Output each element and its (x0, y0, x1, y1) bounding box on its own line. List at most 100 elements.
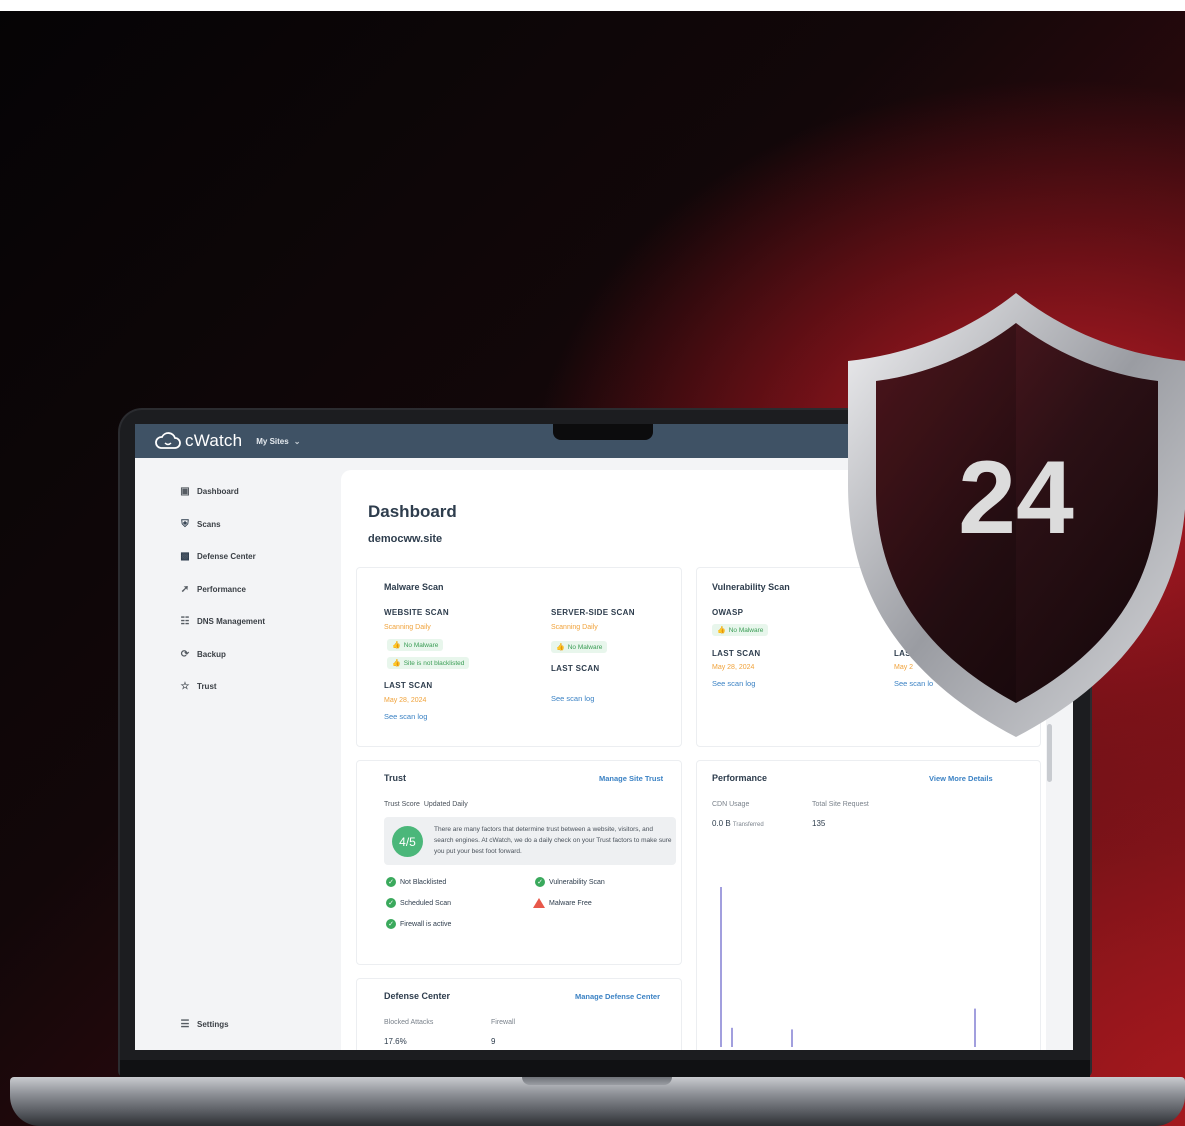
thumbs-up-icon: 👍 (392, 660, 401, 667)
server-no-malware-badge: 👍 No Malware (551, 641, 608, 653)
app-logo[interactable]: cWatch (155, 431, 242, 451)
settings-sliders-icon: ☰ (180, 1018, 190, 1030)
sidebar-item-label: Scans (197, 519, 221, 529)
sidebar-item-label: Settings (197, 1019, 229, 1029)
thumbs-up-icon: 👍 (392, 642, 401, 649)
page-title: Dashboard (368, 502, 457, 521)
performance-card: Performance View More Details CDN Usage … (696, 760, 1041, 1050)
check-malware-free: Malware Free (533, 898, 592, 908)
trust-updated-text: Updated Daily (423, 801, 468, 808)
thumbs-up-icon: 👍 (556, 644, 565, 651)
sidebar-item-label: Dashboard (197, 486, 239, 496)
check-circle-icon: ✓ (535, 877, 545, 887)
sidebar-item-settings[interactable]: ☰ Settings (179, 1018, 229, 1030)
sidebar-item-performance[interactable]: ➚ Performance (179, 583, 246, 595)
check-vulnerability-scan: ✓ Vulnerability Scan (535, 877, 605, 887)
top-strip (0, 0, 1185, 11)
check-circle-icon: ✓ (386, 877, 396, 887)
website-scan-frequency: Scanning Daily (384, 624, 431, 631)
sidebar-item-label: Defense Center (197, 551, 256, 561)
website-see-scan-log-link[interactable]: See scan log (384, 712, 427, 721)
laptop-base-groove (522, 1077, 672, 1085)
performance-chart (720, 887, 976, 1047)
defense-center-card: Defense Center Manage Defense Center Blo… (356, 978, 682, 1050)
trust-icon: ☆ (180, 680, 190, 692)
sidebar: ▣ Dashboard ⛨ Scans ▩ Defense Center ➚ P… (135, 458, 340, 1050)
trust-card: Trust Manage Site Trust Trust Score Upda… (356, 760, 682, 965)
vulnerability-no-malware-badge: 👍 No Malware (712, 624, 769, 636)
vulnerability-see-scan-log-link[interactable]: See scan log (712, 679, 755, 688)
trust-title: Trust (384, 773, 407, 783)
defense-center-title: Defense Center (384, 991, 451, 1001)
sidebar-item-backup[interactable]: ⟳ Backup (179, 648, 226, 660)
backup-icon: ⟳ (180, 648, 190, 660)
firewall-value: 9 (491, 1037, 496, 1046)
trust-score-text: Trust Score (384, 801, 420, 808)
sidebar-item-trust[interactable]: ☆ Trust (179, 680, 217, 692)
check-scheduled-scan: ✓ Scheduled Scan (386, 898, 451, 908)
check-label: Not Blacklisted (400, 878, 447, 886)
check-label: Malware Free (549, 899, 592, 907)
check-not-blacklisted: ✓ Not Blacklisted (386, 877, 446, 887)
defense-icon: ▩ (180, 550, 190, 562)
warning-triangle-icon (533, 898, 545, 908)
sidebar-item-label: Performance (197, 584, 246, 594)
firewall-label: Firewall (491, 1019, 516, 1026)
malware-scan-card: Malware Scan WEBSITE SCAN Scanning Daily… (356, 567, 682, 747)
check-label: Scheduled Scan (400, 899, 451, 907)
badge-label: No Malware (728, 626, 764, 634)
vulnerability-last-scan-label: LAST SCAN (712, 649, 761, 658)
chevron-down-icon: ⌄ (293, 436, 301, 446)
not-blacklisted-badge: 👍 Site is not blacklisted (387, 657, 470, 669)
rocket-icon: ➚ (180, 583, 190, 595)
blocked-attacks-label: Blocked Attacks (384, 1019, 434, 1026)
no-malware-badge: 👍 No Malware (387, 639, 444, 651)
sidebar-item-label: Trust (197, 681, 217, 691)
website-scan-label: WEBSITE SCAN (384, 608, 449, 617)
check-circle-icon: ✓ (386, 919, 396, 929)
server-last-scan-label: LAST SCAN (551, 664, 600, 673)
check-circle-icon: ✓ (386, 898, 396, 908)
site-selector-label: My Sites (256, 436, 289, 446)
trust-score-circle: 4/5 (392, 826, 423, 857)
sidebar-item-scans[interactable]: ⛨ Scans (179, 518, 221, 530)
site-selector[interactable]: My Sites ⌄ (256, 437, 300, 446)
cloud-logo-icon (155, 432, 181, 449)
server-see-scan-log-link[interactable]: See scan log (551, 694, 594, 703)
sidebar-item-dashboard[interactable]: ▣ Dashboard (179, 485, 239, 497)
trust-score-box: 4/5 There are many factors that determin… (384, 817, 676, 865)
trust-description: There are many factors that determine tr… (434, 826, 672, 855)
check-firewall-active: ✓ Firewall is active (386, 919, 451, 929)
owasp-label: OWASP (712, 608, 744, 617)
dashboard-icon: ▣ (180, 485, 190, 497)
badge-label: No Malware (567, 643, 603, 651)
malware-scan-title: Malware Scan (384, 582, 444, 592)
logo-text: cWatch (185, 431, 243, 450)
vulnerability-last-scan-date: May 28, 2024 (712, 664, 755, 671)
thumbs-up-icon: 👍 (717, 627, 726, 634)
server-scan-label: SERVER-SIDE SCAN (551, 608, 635, 617)
site-name: democww.site (368, 533, 443, 545)
dns-icon: ☷ (180, 615, 190, 627)
trust-score-label: Trust Score Updated Daily (384, 801, 468, 808)
shield-icon: ⛨ (181, 518, 189, 530)
badge-label: Site is not blacklisted (403, 659, 465, 667)
vulnerability-scan-title: Vulnerability Scan (712, 582, 790, 592)
camera-notch (553, 424, 653, 440)
sidebar-item-label: Backup (197, 649, 226, 659)
website-last-scan-label: LAST SCAN (384, 681, 433, 690)
blocked-attacks-value: 17.6% (384, 1037, 407, 1046)
shield-24-badge: 24 (848, 293, 1185, 737)
website-last-scan-date: May 28, 2024 (384, 697, 427, 704)
sidebar-item-label: DNS Management (197, 616, 266, 626)
badge-label: No Malware (403, 641, 439, 649)
check-label: Vulnerability Scan (549, 878, 605, 886)
sidebar-item-dns-management[interactable]: ☷ DNS Management (179, 615, 266, 627)
server-scan-frequency: Scanning Daily (551, 624, 598, 631)
manage-defense-center-link[interactable]: Manage Defense Center (575, 992, 660, 1001)
check-label: Firewall is active (400, 920, 452, 928)
laptop-hinge (120, 1060, 1090, 1078)
badge-number: 24 (958, 440, 1074, 556)
manage-site-trust-link[interactable]: Manage Site Trust (599, 774, 663, 783)
sidebar-item-defense-center[interactable]: ▩ Defense Center (179, 550, 256, 562)
